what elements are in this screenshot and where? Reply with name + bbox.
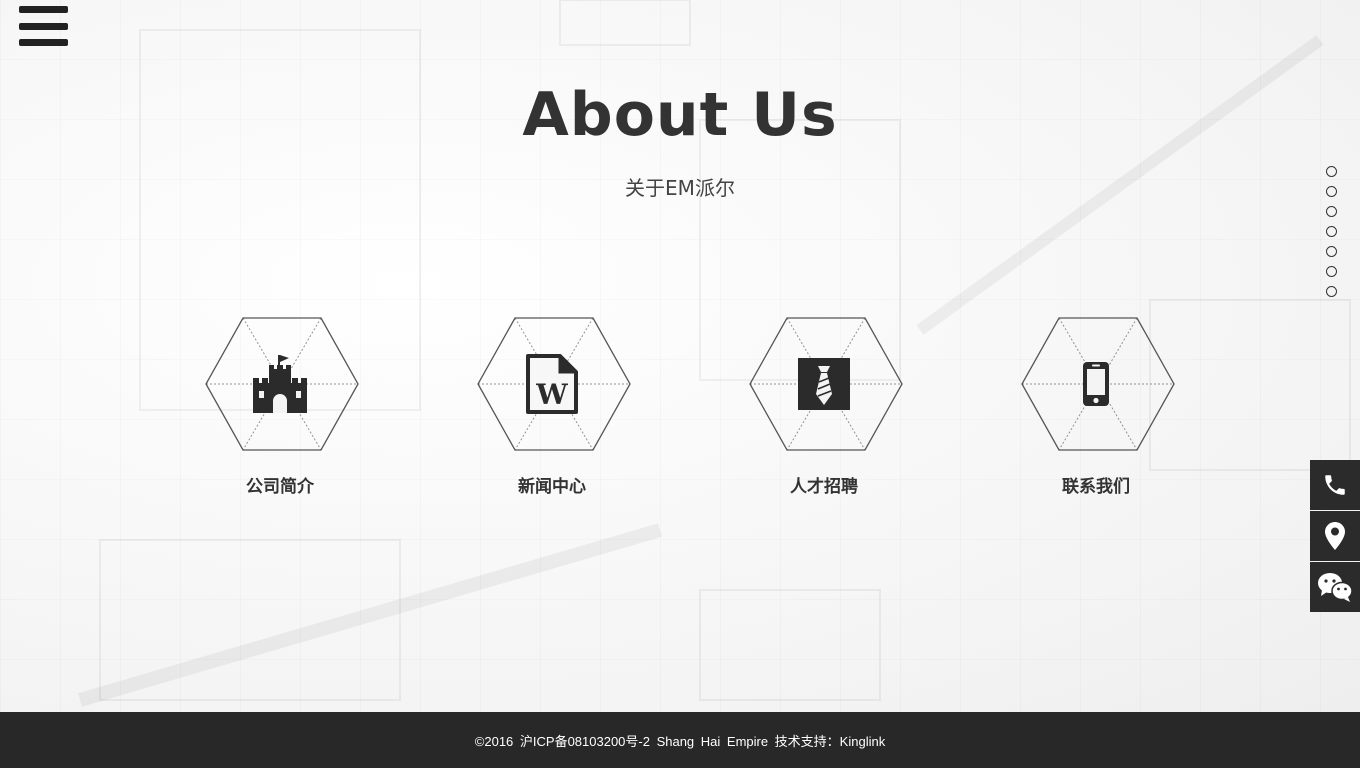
- phone-icon: [1325, 475, 1345, 495]
- floating-contact-bar: [1310, 460, 1360, 613]
- phone-button[interactable]: [1310, 460, 1360, 510]
- location-pin-icon: [1325, 522, 1345, 550]
- pagination-dot[interactable]: [1326, 166, 1337, 177]
- feature-list: 公司简介 W 新闻中心 人才招聘 联系我们: [0, 316, 1360, 516]
- pagination-dot[interactable]: [1326, 286, 1337, 297]
- castle-icon: [202, 316, 358, 452]
- word-document-icon: W: [474, 316, 630, 452]
- feature-careers[interactable]: 人才招聘: [746, 316, 906, 506]
- feature-label: 联系我们: [1062, 477, 1130, 497]
- menu-bar-icon: [19, 39, 68, 46]
- feature-news-center[interactable]: W 新闻中心: [474, 316, 634, 506]
- mobile-phone-icon: [1018, 316, 1174, 452]
- wechat-icon: [1318, 573, 1353, 602]
- pagination-dot[interactable]: [1326, 206, 1337, 217]
- feature-label: 公司简介: [246, 477, 314, 497]
- pagination-dot[interactable]: [1326, 246, 1337, 257]
- feature-label: 新闻中心: [518, 477, 586, 497]
- location-button[interactable]: [1310, 511, 1360, 561]
- page-subtitle: 关于EM派尔: [625, 176, 735, 200]
- menu-bar-icon: [19, 6, 68, 13]
- hamburger-menu-button[interactable]: [19, 6, 68, 48]
- feature-contact-us[interactable]: 联系我们: [1018, 316, 1178, 506]
- feature-company-profile[interactable]: 公司简介: [202, 316, 362, 506]
- page-title: About Us: [522, 80, 838, 150]
- footer: ©2016 沪ICP备08103200号-2 Shang Hai Empire …: [0, 712, 1360, 768]
- footer-copyright: ©2016 沪ICP备08103200号-2 Shang Hai Empire …: [474, 733, 886, 749]
- necktie-icon: [746, 316, 902, 452]
- pagination-dot[interactable]: [1326, 266, 1337, 277]
- pagination-dot[interactable]: [1326, 186, 1337, 197]
- feature-label: 人才招聘: [790, 477, 858, 497]
- pagination-dot[interactable]: [1326, 226, 1337, 237]
- svg-text:W: W: [535, 378, 568, 411]
- section-pagination: [1326, 166, 1338, 306]
- wechat-button[interactable]: [1310, 562, 1360, 612]
- menu-bar-icon: [19, 23, 68, 30]
